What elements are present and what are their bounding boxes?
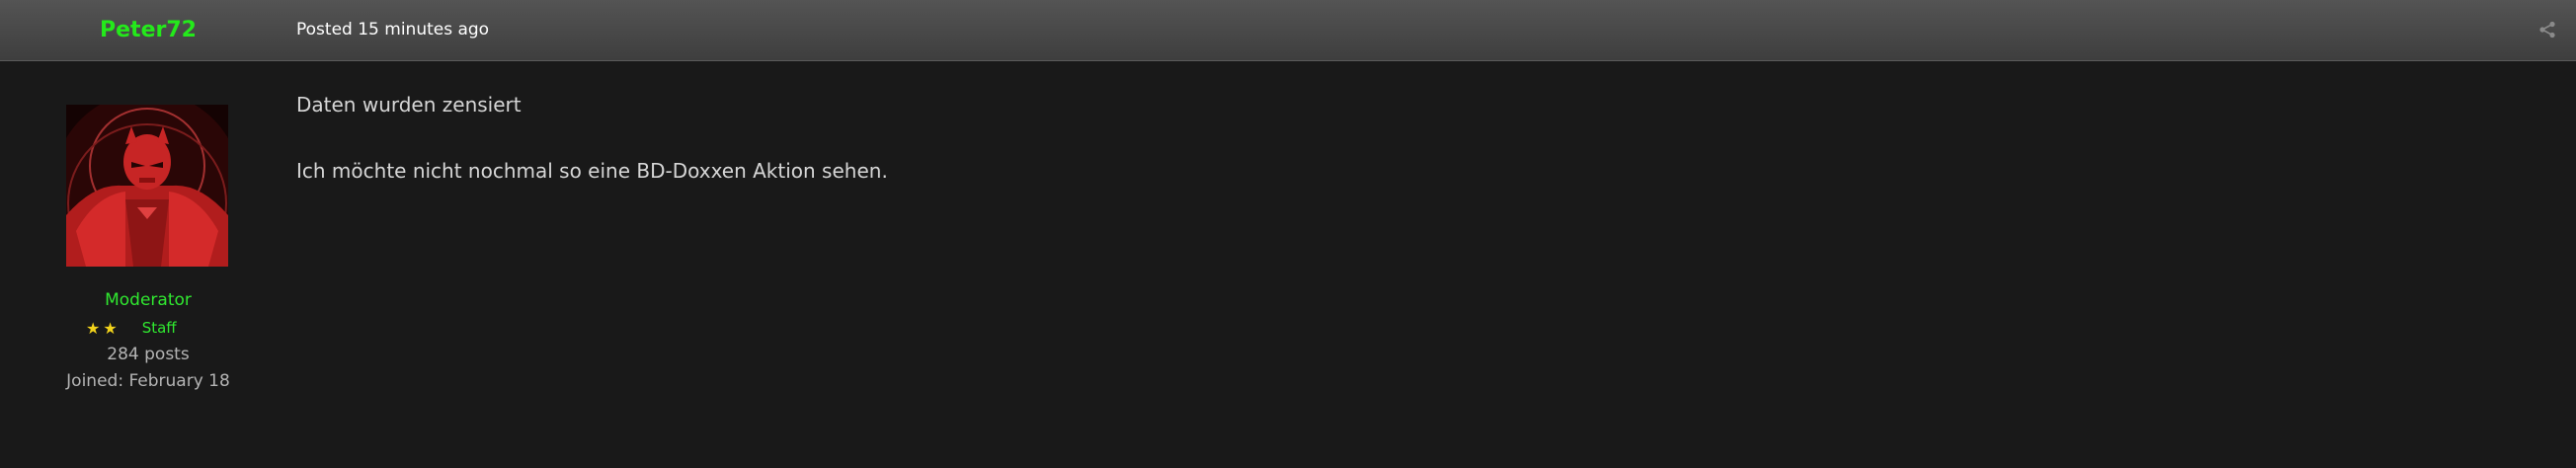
post-content: Daten wurden zensiert Ich möchte nicht n… xyxy=(296,91,2529,185)
share-icon[interactable] xyxy=(2538,21,2556,39)
author-panel: Moderator ★★ Staff 284 posts Joined: Feb… xyxy=(0,61,296,468)
post-header: Peter72 Posted 15 minutes ago xyxy=(0,0,2576,61)
author-role: Moderator xyxy=(105,290,192,310)
joined-date: Joined: February 18 xyxy=(66,371,230,391)
post-timestamp[interactable]: Posted 15 minutes ago xyxy=(296,0,489,60)
post-body: Moderator ★★ Staff 284 posts Joined: Feb… xyxy=(0,61,2576,468)
author-name-link[interactable]: Peter72 xyxy=(0,0,296,60)
rank-stars-icon: ★★ xyxy=(86,318,121,338)
group-label: Staff xyxy=(141,319,177,337)
post-paragraph: Daten wurden zensiert xyxy=(296,93,522,117)
rank-badge: ★★ Staff xyxy=(86,316,177,340)
post-paragraph: Ich möchte nicht nochmal so eine BD-Doxx… xyxy=(296,159,888,183)
forum-post: Peter72 Posted 15 minutes ago Moderator … xyxy=(0,0,2576,468)
avatar[interactable] xyxy=(66,105,228,267)
post-count: 284 posts xyxy=(107,345,190,364)
